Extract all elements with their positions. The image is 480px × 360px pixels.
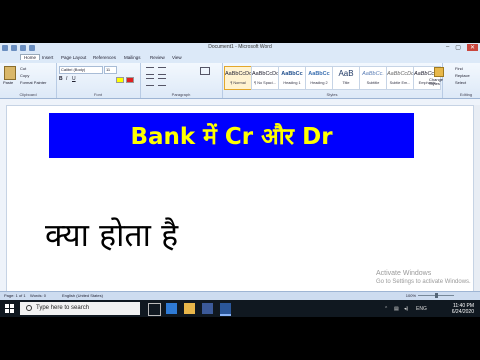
heading-text: Bank में Cr और Dr [130, 124, 333, 150]
ribbon: Paste Cut Copy Format Painter Clipboard … [0, 63, 480, 99]
screen: Document1 - Microsoft Word – ▢ ✕ Home In… [0, 0, 480, 360]
maximize-button[interactable]: ▢ [455, 44, 461, 51]
tab-insert[interactable]: Insert [42, 55, 53, 60]
font-color-icon[interactable] [126, 77, 134, 83]
font-size-field[interactable]: 11 [104, 66, 117, 74]
highlighted-heading: Bank में Cr और Dr [49, 113, 414, 158]
font-label: Font [93, 92, 102, 97]
vertical-ruler[interactable] [0, 105, 7, 291]
language-indicator[interactable]: English (United States) [62, 293, 103, 298]
search-icon [26, 305, 32, 311]
tab-references[interactable]: References [93, 55, 116, 60]
title-bar: Document1 - Microsoft Word – ▢ ✕ [0, 43, 480, 54]
change-styles-icon[interactable] [434, 67, 444, 77]
body-text: क्या होता है [45, 216, 179, 254]
input-language[interactable]: ENG [416, 306, 427, 312]
style-heading-1[interactable]: AaBbCc Heading 1 [278, 66, 306, 90]
horizontal-ruler[interactable] [0, 99, 480, 106]
show-marks-icon[interactable] [200, 67, 210, 75]
taskbar: Type here to search ⌃ ▤ ◂) ENG 11:40 PM … [0, 300, 480, 317]
paragraph-label: Paragraph [171, 92, 191, 97]
editing-label: Editing [459, 92, 473, 97]
tab-mailings[interactable]: Mailings [124, 55, 141, 60]
minimize-button[interactable]: – [446, 44, 449, 51]
underline-button[interactable]: U [72, 76, 76, 82]
bold-button[interactable]: B [59, 76, 63, 82]
tray-chevron-icon[interactable]: ⌃ [384, 306, 388, 312]
tab-home[interactable]: Home [20, 54, 41, 60]
store-icon[interactable] [202, 303, 213, 314]
highlight-color-icon[interactable] [116, 77, 124, 83]
replace-button[interactable]: Replace [455, 73, 470, 78]
align-left-icon[interactable] [146, 78, 154, 86]
search-placeholder: Type here to search [36, 305, 90, 311]
taskbar-search-box[interactable]: Type here to search [20, 302, 140, 315]
bullets-icon[interactable] [146, 67, 154, 75]
paragraph-group: Paragraph [140, 63, 223, 98]
numbering-icon[interactable] [158, 67, 166, 75]
editing-group: Find Replace Select Editing [452, 63, 480, 98]
tab-page-layout[interactable]: Page Layout [61, 55, 86, 60]
task-view-icon[interactable] [148, 303, 161, 316]
volume-icon[interactable]: ◂) [404, 306, 408, 312]
page-count[interactable]: Page: 1 of 1 [4, 293, 26, 298]
network-icon[interactable]: ▤ [394, 306, 399, 312]
paste-button[interactable]: Paste [3, 80, 13, 85]
find-button[interactable]: Find [455, 66, 463, 71]
word-taskbar-icon[interactable] [220, 303, 231, 316]
style-no-spacing[interactable]: AaBbCcDc ¶ No Spaci... [251, 66, 279, 90]
change-styles-group: Change Styles [429, 63, 444, 98]
close-button[interactable]: ✕ [466, 44, 478, 51]
style-title[interactable]: AaB Title [332, 66, 360, 90]
styles-label: Styles [326, 92, 338, 97]
vertical-scrollbar[interactable] [473, 105, 480, 291]
tab-view[interactable]: View [172, 55, 182, 60]
style-normal[interactable]: AaBbCcDc ¶ Normal [224, 66, 252, 90]
italic-button[interactable]: I [66, 76, 67, 82]
paste-icon[interactable] [4, 66, 16, 80]
clipboard-label: Clipboard [19, 92, 37, 97]
style-heading-2[interactable]: AaBbCc Heading 2 [305, 66, 333, 90]
cut-button[interactable]: Cut [20, 66, 26, 71]
activate-windows-watermark: Activate Windows Go to Settings to activ… [376, 270, 471, 285]
style-subtle-emphasis[interactable]: AaBbCcDc Subtle Em... [386, 66, 414, 90]
ribbon-tabs: Home Insert Page Layout References Maili… [0, 54, 480, 63]
window-controls: – ▢ ✕ [446, 44, 478, 51]
clock-date: 6/24/2020 [451, 309, 474, 315]
system-clock[interactable]: 11:40 PM 6/24/2020 [452, 303, 474, 315]
font-group: Calibri (Body) 11 B I U Font [56, 63, 141, 98]
edge-browser-icon[interactable] [166, 303, 177, 314]
file-explorer-icon[interactable] [184, 303, 195, 314]
status-bar: Page: 1 of 1 Words: 0 English (United St… [0, 291, 480, 300]
change-styles-button[interactable]: Change Styles [429, 78, 449, 86]
style-subtitle[interactable]: AaBbCc. Subtitle [359, 66, 387, 90]
word-count[interactable]: Words: 0 [30, 293, 46, 298]
font-name-field[interactable]: Calibri (Body) [59, 66, 103, 74]
windows-start-icon[interactable] [5, 304, 14, 313]
word-window: Document1 - Microsoft Word – ▢ ✕ Home In… [0, 43, 480, 317]
styles-group: AaBbCcDc ¶ Normal AaBbCcDc ¶ No Spaci...… [222, 63, 443, 98]
tab-review[interactable]: Review [150, 55, 165, 60]
zoom-slider-handle[interactable] [435, 293, 438, 298]
select-button[interactable]: Select [455, 80, 466, 85]
align-center-icon[interactable] [158, 78, 166, 86]
zoom-level[interactable]: 100% [406, 293, 416, 298]
copy-button[interactable]: Copy [20, 73, 29, 78]
clipboard-group: Paste Cut Copy Format Painter Clipboard [0, 63, 57, 98]
format-painter-button[interactable]: Format Painter [20, 80, 46, 85]
window-title: Document1 - Microsoft Word [208, 44, 272, 50]
